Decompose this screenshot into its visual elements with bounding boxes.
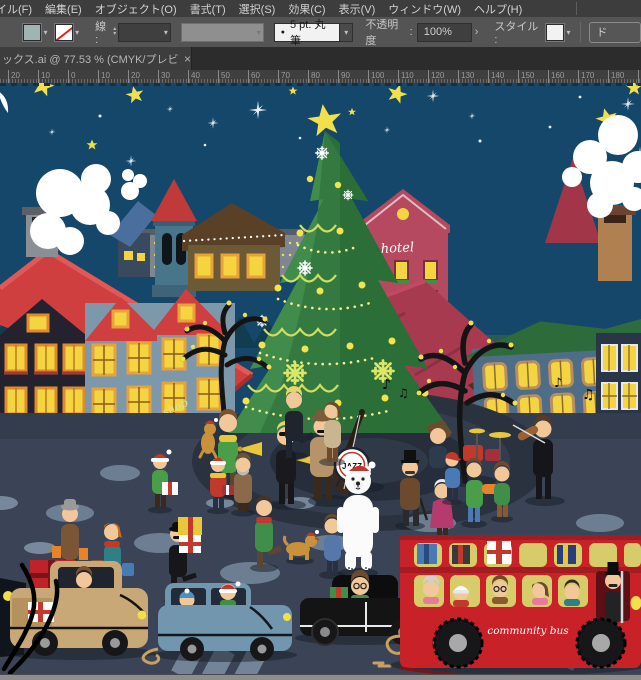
svg-text:♪: ♪ xyxy=(382,377,391,393)
bus-sign: community bus xyxy=(487,625,569,637)
fill-chevron-icon[interactable]: ▾ xyxy=(43,28,47,37)
stroke-weight-combo[interactable]: ▾ xyxy=(118,22,171,42)
control-bar: ▾ ▾ 線 : ▴ ▾ ▾ ▾ ● 5 pt. 丸筆 ▾ 不透明度 : 100% … xyxy=(0,16,641,49)
brush-name: 5 pt. 丸筆 xyxy=(289,19,326,47)
svg-text:♫: ♫ xyxy=(398,386,409,400)
menu-item-window[interactable]: ウィンドウ(W) xyxy=(388,1,461,17)
artwork-canvas[interactable]: hotel y shop xyxy=(0,83,641,674)
opacity-arrow-icon[interactable]: › xyxy=(475,26,479,38)
svg-text:♪: ♪ xyxy=(554,376,562,391)
menu-item-view[interactable]: 表示(V) xyxy=(339,1,376,17)
document-tab[interactable]: ックス.ai @ 77.53 % (CMYK/プレビュー) × xyxy=(0,47,192,70)
stroke-weight-chevron-icon[interactable]: ▾ xyxy=(164,28,168,37)
illustration: hotel y shop xyxy=(0,83,641,674)
document-title: ックス.ai @ 77.53 % (CMYK/プレビュー) xyxy=(2,53,178,66)
menu-item-file[interactable]: ファイル(F) xyxy=(0,1,32,17)
control-separator xyxy=(580,22,582,42)
menu-item-select[interactable]: 選択(S) xyxy=(239,1,276,17)
community-bus: community bus xyxy=(390,535,641,674)
document-tab-bar: ックス.ai @ 77.53 % (CMYK/プレビュー) × xyxy=(0,47,641,70)
stroke-chevron-icon[interactable]: ▾ xyxy=(75,28,79,37)
menu-item-edit[interactable]: 編集(E) xyxy=(45,1,82,17)
brush-dot-icon: ● xyxy=(280,28,285,36)
menu-item-help[interactable]: ヘルプ(H) xyxy=(474,1,522,17)
brush-chevron-button[interactable]: ▾ xyxy=(340,22,354,42)
menu-item-type[interactable]: 書式(T) xyxy=(190,1,226,17)
style-swatch[interactable] xyxy=(546,23,565,41)
variable-width-combo[interactable]: ▾ xyxy=(180,22,264,42)
menu-separator xyxy=(576,2,577,15)
stroke-weight-stepper[interactable]: ▴ ▾ xyxy=(113,26,116,37)
document-setup-button-partial[interactable]: ド xyxy=(589,21,641,43)
horizontal-ruler: 20 10 0 10 20 30 40 50 60 70 80 90 100 1… xyxy=(0,70,641,84)
tab-close-icon[interactable]: × xyxy=(184,52,191,66)
opacity-value-field[interactable]: 100% xyxy=(416,22,472,42)
brush-definition-combo[interactable]: ● 5 pt. 丸筆 xyxy=(273,19,341,47)
fill-color-swatch[interactable] xyxy=(23,23,42,41)
opacity-link[interactable]: 不透明度 xyxy=(365,16,407,49)
menu-item-effect[interactable]: 効果(C) xyxy=(288,1,325,17)
status-bar xyxy=(0,674,641,680)
menu-bar: ファイル(F) 編集(E) オブジェクト(O) 書式(T) 選択(S) 効果(C… xyxy=(0,0,641,17)
svg-text:♫: ♫ xyxy=(582,387,595,403)
stroke-color-swatch[interactable] xyxy=(55,23,74,41)
style-label: スタイル : xyxy=(494,21,539,46)
style-chevron-icon[interactable]: ▾ xyxy=(566,28,570,37)
menu-item-object[interactable]: オブジェクト(O) xyxy=(95,1,177,17)
hotel-sign: hotel xyxy=(380,240,414,257)
stroke-weight-label: 線 : xyxy=(95,21,107,46)
